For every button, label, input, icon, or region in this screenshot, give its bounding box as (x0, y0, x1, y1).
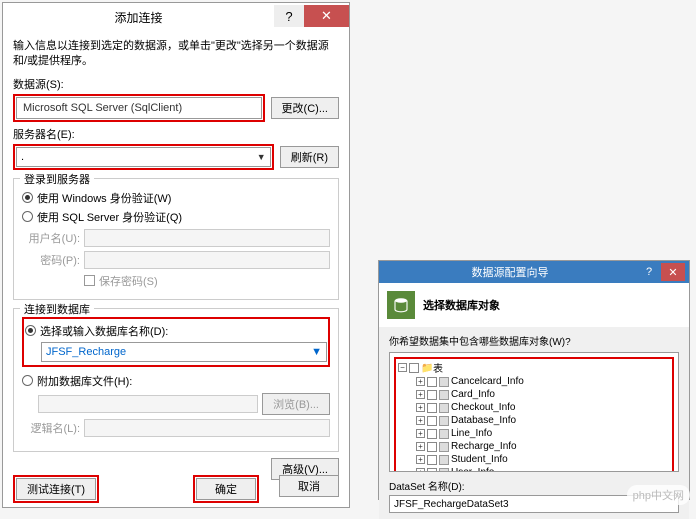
cancel-button[interactable]: 取消 (279, 475, 339, 497)
attach-db-radio[interactable]: 附加数据库文件(H): (22, 373, 330, 389)
wizard-header: 选择数据库对象 (379, 283, 689, 327)
checkbox-icon[interactable] (427, 429, 437, 439)
password-input (84, 251, 330, 269)
folder-icon: 📁 (421, 363, 431, 373)
servername-combo[interactable]: . ▼ (16, 147, 271, 167)
servername-label: 服务器名(E): (13, 126, 339, 142)
tree-item[interactable]: +Database_Info (416, 414, 670, 427)
dialog-title: 添加连接 (3, 9, 274, 26)
table-icon (439, 403, 449, 413)
checkbox-icon[interactable] (427, 455, 437, 465)
tree-root-tables[interactable]: − 📁 表 (398, 360, 670, 375)
checkbox-icon[interactable] (427, 377, 437, 387)
help-button[interactable]: ? (274, 5, 304, 27)
add-connection-dialog: 添加连接 ? ✕ 输入信息以连接到选定的数据源，或单击"更改"选择另一个数据源和… (2, 2, 350, 508)
checkbox-icon[interactable] (427, 442, 437, 452)
expand-icon[interactable]: + (416, 377, 425, 386)
wizard-question: 你希望数据集中包含哪些数据库对象(W)? (389, 333, 679, 348)
datasource-input: Microsoft SQL Server (SqlClient) (16, 97, 262, 119)
username-input (84, 229, 330, 247)
logical-name-input (84, 419, 330, 437)
database-icon (387, 291, 415, 319)
table-icon (439, 377, 449, 387)
password-label: 密码(P): (22, 252, 80, 268)
watermark: php中文网 (627, 485, 690, 505)
windows-auth-radio[interactable]: 使用 Windows 身份验证(W) (22, 190, 330, 206)
test-connection-button[interactable]: 测试连接(T) (16, 478, 96, 500)
tree-item[interactable]: +Recharge_Info (416, 440, 670, 453)
radio-icon (22, 192, 33, 203)
expand-icon[interactable]: + (416, 403, 425, 412)
tree-item[interactable]: +User_Info (416, 466, 670, 472)
tree-item[interactable]: +Card_Info (416, 388, 670, 401)
test-highlight: 测试连接(T) (13, 475, 99, 503)
db-objects-tree[interactable]: − 📁 表 +Cancelcard_Info+Card_Info+Checkou… (389, 352, 679, 472)
wizard-titlebar: 数据源配置向导 ? ✕ (379, 261, 689, 283)
expand-icon[interactable]: + (416, 416, 425, 425)
checkbox-icon (84, 275, 95, 286)
checkbox-icon[interactable] (427, 468, 437, 473)
table-icon (439, 429, 449, 439)
chevron-down-icon: ▼ (311, 346, 322, 358)
tree-item[interactable]: +Cancelcard_Info (416, 375, 670, 388)
close-button[interactable]: ✕ (304, 5, 349, 27)
help-button[interactable]: ? (637, 263, 661, 281)
datasource-label: 数据源(S): (13, 76, 339, 92)
expand-icon[interactable]: + (416, 429, 425, 438)
checkbox-icon[interactable] (409, 363, 419, 373)
collapse-icon[interactable]: − (398, 363, 407, 372)
browse-button: 浏览(B)... (262, 393, 330, 415)
ok-highlight: 确定 (193, 475, 259, 503)
tree-item[interactable]: +Line_Info (416, 427, 670, 440)
logical-name-label: 逻辑名(L): (22, 420, 80, 436)
select-db-radio[interactable]: 选择或输入数据库名称(D): (25, 323, 327, 339)
table-icon (439, 442, 449, 452)
username-label: 用户名(U): (22, 230, 80, 246)
radio-icon (22, 375, 33, 386)
change-button[interactable]: 更改(C)... (271, 97, 339, 119)
checkbox-icon[interactable] (427, 390, 437, 400)
table-icon (439, 416, 449, 426)
tree-highlight: − 📁 表 +Cancelcard_Info+Card_Info+Checkou… (394, 357, 674, 472)
connect-group-title: 连接到数据库 (20, 301, 94, 317)
datasource-highlight: Microsoft SQL Server (SqlClient) (13, 94, 265, 122)
refresh-button[interactable]: 刷新(R) (280, 146, 339, 168)
wizard-heading: 选择数据库对象 (423, 297, 500, 313)
close-button[interactable]: ✕ (661, 263, 685, 281)
login-group-title: 登录到服务器 (20, 171, 94, 187)
database-combo[interactable]: JFSF_Recharge ▼ (41, 342, 327, 362)
checkbox-icon[interactable] (427, 416, 437, 426)
chevron-down-icon: ▼ (257, 152, 266, 162)
servername-highlight: . ▼ (13, 144, 274, 170)
login-group: 登录到服务器 使用 Windows 身份验证(W) 使用 SQL Server … (13, 178, 339, 300)
tree-item[interactable]: +Student_Info (416, 453, 670, 466)
expand-icon[interactable]: + (416, 442, 425, 451)
table-icon (439, 455, 449, 465)
expand-icon[interactable]: + (416, 468, 425, 472)
wizard-title: 数据源配置向导 (383, 264, 637, 280)
tree-item[interactable]: +Checkout_Info (416, 401, 670, 414)
expand-icon[interactable]: + (416, 390, 425, 399)
radio-icon (25, 325, 36, 336)
radio-icon (22, 211, 33, 222)
instruction-text: 输入信息以连接到选定的数据源，或单击"更改"选择另一个数据源和/或提供程序。 (13, 39, 339, 70)
titlebar: 添加连接 ? ✕ (3, 3, 349, 31)
connect-db-group: 连接到数据库 选择或输入数据库名称(D): JFSF_Recharge ▼ 附加… (13, 308, 339, 452)
checkbox-icon[interactable] (427, 403, 437, 413)
table-icon (439, 390, 449, 400)
datasource-wizard-dialog: 数据源配置向导 ? ✕ 选择数据库对象 你希望数据集中包含哪些数据库对象(W)?… (378, 260, 690, 500)
select-db-highlight: 选择或输入数据库名称(D): JFSF_Recharge ▼ (22, 317, 330, 367)
attach-file-input (38, 395, 258, 413)
sql-auth-radio[interactable]: 使用 SQL Server 身份验证(Q) (22, 209, 330, 225)
ok-button[interactable]: 确定 (196, 478, 256, 500)
table-icon (439, 468, 449, 473)
save-password-checkbox: 保存密码(S) (84, 273, 330, 289)
expand-icon[interactable]: + (416, 455, 425, 464)
